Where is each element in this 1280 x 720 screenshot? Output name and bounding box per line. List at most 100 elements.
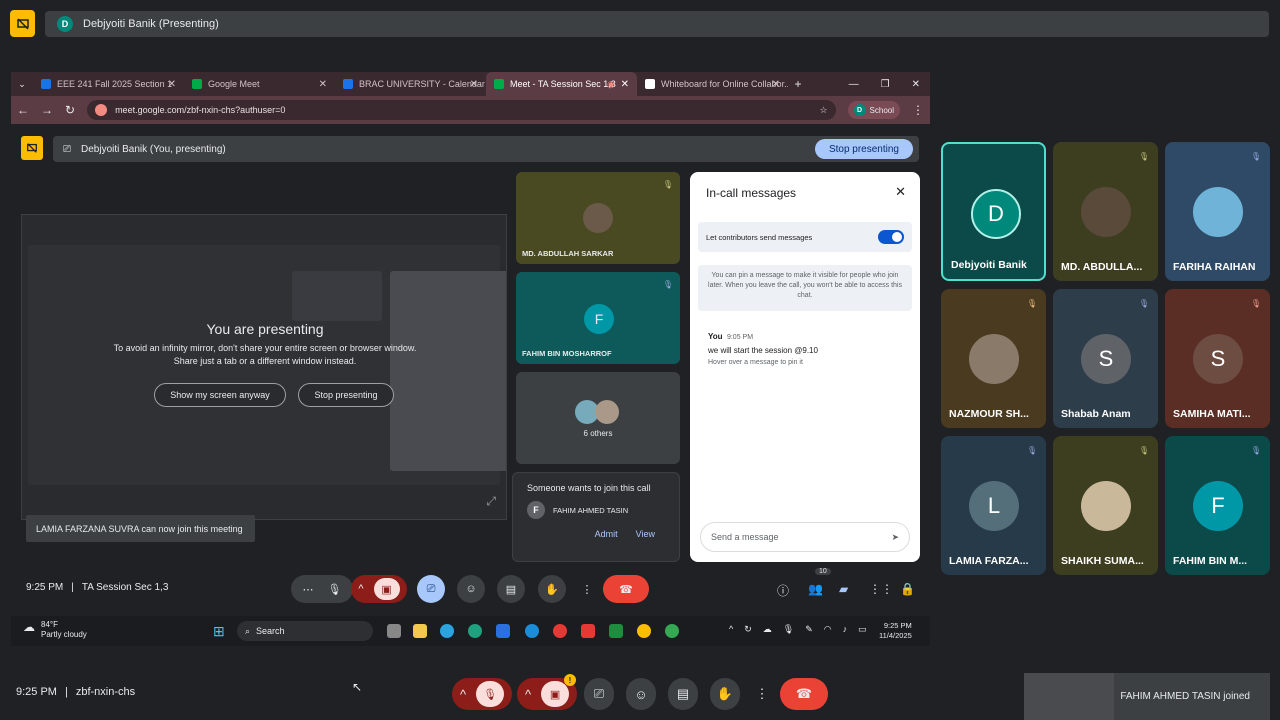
- inner-meeting-name: TA Session Sec 1,3: [81, 582, 169, 593]
- tab-meet-session[interactable]: Meet - TA Session Sec 1,3 ◉ ✕: [486, 72, 637, 96]
- grid-tile-lamia[interactable]: 🎙 L LAMIA FARZA...: [941, 436, 1046, 575]
- weather-widget[interactable]: ☁ 84°F Partly cloudy: [23, 620, 87, 640]
- file-explorer-icon[interactable]: [413, 624, 427, 638]
- close-icon[interactable]: ✕: [168, 79, 176, 90]
- close-icon[interactable]: ✕: [319, 79, 327, 90]
- grid-tile-shabab[interactable]: 🎙 S Shabab Anam: [1053, 289, 1158, 428]
- tab-calendar[interactable]: BRAC UNIVERSITY - Calendar ✕: [335, 72, 486, 96]
- tray-chevron-icon[interactable]: ^: [729, 624, 733, 635]
- activities-icon[interactable]: ⋮⋮: [869, 582, 893, 596]
- chat-message[interactable]: You 9:05 PM we will start the session @9…: [708, 332, 818, 366]
- message-time: 9:05 PM: [726, 334, 754, 341]
- windows-taskbar: ☁ 84°F Partly cloudy ⊞ ⌕ Search ^ ↻ ☁ 🎙 ✎ ◠ ♪ ▭ …: [11, 616, 930, 646]
- more-options-button[interactable]: ⋮: [752, 678, 772, 710]
- close-icon[interactable]: ✕: [621, 79, 629, 90]
- restore-icon[interactable]: ❐: [881, 79, 890, 90]
- grid-tile-samiha[interactable]: 🎙 S SAMIHA MATI...: [1165, 289, 1270, 428]
- contributors-toggle[interactable]: [878, 230, 904, 244]
- store-icon[interactable]: [496, 624, 510, 638]
- reload-icon[interactable]: ↻: [65, 103, 75, 117]
- chrome-icon[interactable]: [637, 624, 651, 638]
- join-person-name: FAHIM AHMED TASIN: [553, 505, 629, 515]
- clock-time: 9:25 PM: [883, 621, 912, 630]
- send-icon[interactable]: ➤: [891, 532, 899, 543]
- presenting-message: To avoid an infinity mirror, don't share…: [22, 342, 506, 368]
- excel-icon[interactable]: [609, 624, 623, 638]
- grid-tile-fariha[interactable]: 🎙 FARIHA RAIHAN: [1165, 142, 1270, 281]
- admit-button[interactable]: Admit: [595, 529, 618, 539]
- emoji-button[interactable]: ☺: [626, 678, 656, 710]
- close-icon[interactable]: ✕: [470, 79, 478, 90]
- stop-presenting-top-button[interactable]: Stop presenting: [814, 139, 913, 159]
- grid-tile-fahim-bin[interactable]: 🎙 F FAHIM BIN M...: [1165, 436, 1270, 575]
- chat-title: In-call messages: [706, 186, 797, 200]
- participant-tile[interactable]: 🎙 MD. ABDULLAH SARKAR: [516, 172, 680, 264]
- emoji-button[interactable]: ☺: [457, 575, 485, 603]
- stop-presenting-button[interactable]: Stop presenting: [298, 383, 394, 407]
- mic-off-icon: 🎙: [662, 179, 674, 189]
- grid-tile-nazmour[interactable]: 🎙 NAZMOUR SH...: [941, 289, 1046, 428]
- recording-icon: ◉: [607, 78, 615, 89]
- leave-call-button[interactable]: ☎: [603, 575, 649, 603]
- chrome-profile-icon[interactable]: [665, 624, 679, 638]
- new-tab-button[interactable]: +: [788, 77, 808, 91]
- bookmark-star-icon[interactable]: ☆: [819, 105, 827, 116]
- others-label: 6 others: [583, 429, 613, 438]
- others-tile[interactable]: 6 others: [516, 372, 680, 464]
- url-field[interactable]: meet.google.com/zbf-nxin-chs?authuser=0 …: [87, 100, 836, 120]
- mic-off-icon: 🎙: [1026, 445, 1038, 455]
- present-button[interactable]: ⎚: [417, 575, 445, 603]
- captions-button[interactable]: ▤: [668, 678, 698, 710]
- edge-icon[interactable]: [468, 624, 482, 638]
- grid-tile-debjyoiti[interactable]: D Debjyoiti Banik: [941, 142, 1046, 281]
- mic-off-button[interactable]: ^ 🎙: [452, 678, 512, 710]
- view-button[interactable]: View: [636, 529, 655, 539]
- anydesk-icon[interactable]: [581, 624, 595, 638]
- raise-hand-button[interactable]: ✋: [538, 575, 566, 603]
- tab-google-meet[interactable]: Google Meet ✕: [184, 72, 335, 96]
- window-close-icon[interactable]: ✕: [912, 79, 920, 90]
- camera-off-button[interactable]: ^ ▣: [351, 575, 407, 603]
- system-tray[interactable]: ^ ↻ ☁ 🎙 ✎ ◠ ♪ ▭: [729, 624, 867, 635]
- host-controls-icon[interactable]: 🔒: [900, 582, 915, 596]
- raise-hand-button[interactable]: ✋: [710, 678, 740, 710]
- expand-icon[interactable]: ⤢: [486, 494, 496, 509]
- close-icon[interactable]: ✕: [772, 79, 780, 90]
- browser-window: ⌄ EEE 241 Fall 2025 Section 1 ✕ Google Me…: [11, 72, 930, 646]
- leave-call-button[interactable]: ☎: [780, 678, 828, 710]
- grid-tile-abdulla[interactable]: 🎙 MD. ABDULLA...: [1053, 142, 1158, 281]
- browser-menu-icon[interactable]: ⋮: [912, 103, 924, 117]
- taskbar-search[interactable]: ⌕ Search: [237, 621, 373, 641]
- tile-avatar: L: [969, 481, 1019, 531]
- present-now-button[interactable]: ⎚: [584, 678, 614, 710]
- weather-desc: Partly cloudy: [41, 630, 87, 639]
- chat-input[interactable]: Send a message ➤: [700, 522, 910, 552]
- participant-tile[interactable]: 🎙 F FAHIM BIN MOSHARROF: [516, 272, 680, 364]
- tile-avatar: F: [1193, 481, 1243, 531]
- close-chat-icon[interactable]: ✕: [895, 184, 906, 200]
- opera-icon[interactable]: [553, 624, 567, 638]
- tab-search-icon[interactable]: ⌄: [11, 79, 33, 90]
- people-icon[interactable]: 👥: [808, 582, 823, 596]
- chat-icon[interactable]: ▰: [839, 582, 848, 596]
- show-screen-anyway-button[interactable]: Show my screen anyway: [154, 383, 286, 407]
- forward-icon[interactable]: →: [41, 103, 53, 117]
- profile-chip[interactable]: D School: [847, 101, 900, 119]
- info-icon[interactable]: ⓘ: [777, 582, 789, 599]
- task-view-icon[interactable]: [387, 624, 401, 638]
- joined-notification: FAHIM AHMED TASIN joined: [1024, 673, 1270, 720]
- grid-tile-shaikh[interactable]: 🎙 SHAIKH SUMA...: [1053, 436, 1158, 575]
- tab-whiteboard[interactable]: Whiteboard for Online Collabor... ✕: [637, 72, 788, 96]
- minimize-icon[interactable]: —: [849, 79, 859, 90]
- captions-button[interactable]: ▤: [497, 575, 525, 603]
- tile-photo: [1081, 187, 1131, 237]
- telegram-icon[interactable]: [440, 624, 454, 638]
- tab-eee241[interactable]: EEE 241 Fall 2025 Section 1 ✕: [33, 72, 184, 96]
- windows-start-icon[interactable]: ⊞: [213, 623, 225, 640]
- app-icon[interactable]: [525, 624, 539, 638]
- mic-button[interactable]: ⋯ 🎙: [291, 575, 353, 603]
- more-options-button[interactable]: ⋮: [577, 575, 597, 603]
- taskbar-clock[interactable]: 9:25 PM 11/4/2025: [879, 621, 912, 641]
- mic-site-icon[interactable]: [95, 104, 108, 116]
- back-icon[interactable]: ←: [17, 103, 29, 117]
